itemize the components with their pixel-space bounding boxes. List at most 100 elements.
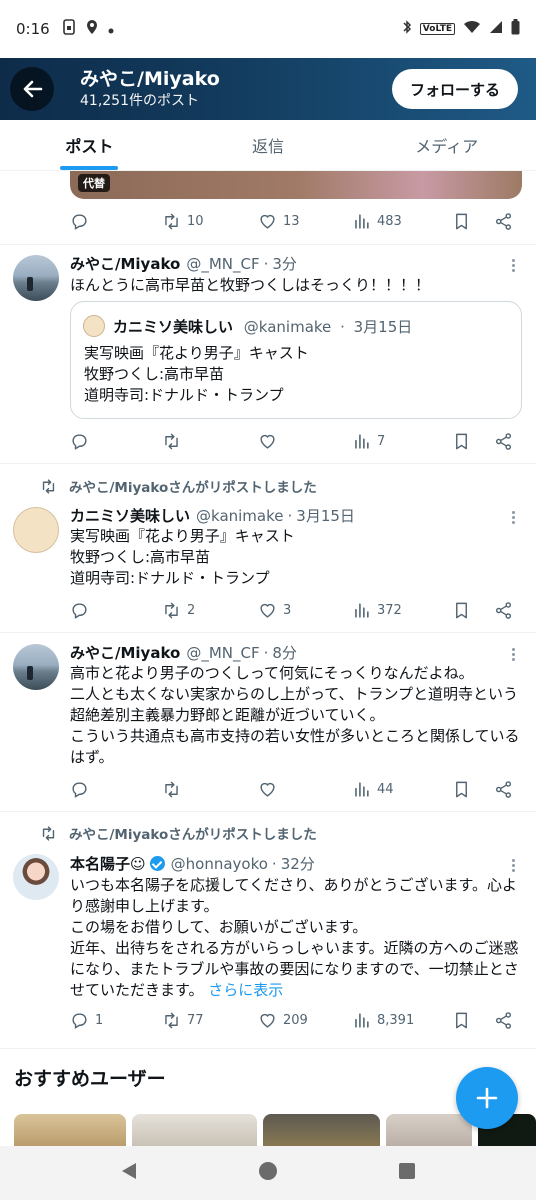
author-handle[interactable]: @_MN_CF bbox=[186, 644, 259, 662]
more-options-button[interactable] bbox=[512, 257, 516, 274]
bookmark-icon bbox=[456, 213, 467, 229]
back-button[interactable] bbox=[10, 67, 54, 111]
share-button[interactable] bbox=[494, 1011, 513, 1030]
like-button[interactable]: 13 bbox=[258, 212, 352, 231]
nav-back-icon[interactable] bbox=[120, 1161, 138, 1185]
repost-button[interactable] bbox=[162, 780, 258, 799]
avatar[interactable] bbox=[13, 854, 59, 900]
tab-replies[interactable]: 返信 bbox=[179, 120, 358, 170]
heart-icon bbox=[260, 1013, 275, 1028]
repost-icon bbox=[42, 825, 55, 841]
reply-button[interactable] bbox=[70, 432, 162, 451]
repost-button[interactable]: 2 bbox=[162, 601, 258, 620]
share-button[interactable] bbox=[494, 212, 513, 231]
repost-button[interactable]: 10 bbox=[162, 212, 258, 231]
user-card-image[interactable] bbox=[14, 1114, 126, 1148]
show-more-link[interactable]: さらに表示 bbox=[208, 981, 283, 999]
post-time[interactable]: 32分 bbox=[281, 853, 315, 874]
compose-post-button[interactable] bbox=[456, 1067, 518, 1129]
bookmark-button[interactable] bbox=[452, 432, 494, 451]
post-text: 高市と花より男子のつくしって何気にそっくりなんだよね。 二人とも太くない実家から… bbox=[70, 664, 520, 766]
bookmark-icon bbox=[456, 1012, 467, 1028]
share-button[interactable] bbox=[494, 780, 513, 799]
author-handle[interactable]: @honnayoko bbox=[171, 855, 268, 873]
recommended-users-carousel[interactable] bbox=[14, 1114, 536, 1148]
views-button[interactable]: 483 bbox=[352, 212, 452, 231]
author-name[interactable]: カニミソ美味しい bbox=[70, 505, 190, 526]
quote-text: 実写映画『花より男子』キャスト 牧野つくし:高市早苗 道明寺司:ドナルド・トラン… bbox=[84, 344, 309, 404]
bookmark-button[interactable] bbox=[452, 212, 494, 231]
repost-icon bbox=[165, 602, 178, 618]
post-header: みやこ/Miyako @_MN_CF · 8分 bbox=[70, 642, 297, 663]
divider bbox=[0, 244, 536, 245]
views-button[interactable]: 8,391 bbox=[352, 1011, 452, 1030]
like-button[interactable]: 3 bbox=[258, 601, 352, 620]
repost-button[interactable]: 77 bbox=[162, 1011, 258, 1030]
author-handle[interactable]: @kanimake bbox=[196, 507, 283, 525]
user-card-image[interactable] bbox=[131, 1114, 257, 1148]
tab-posts[interactable]: ポスト bbox=[0, 120, 179, 170]
share-button[interactable] bbox=[494, 432, 513, 451]
like-button[interactable]: 209 bbox=[258, 1011, 352, 1030]
bookmark-button[interactable] bbox=[452, 780, 494, 799]
views-button[interactable]: 372 bbox=[352, 601, 452, 620]
quoted-post[interactable]: カニミソ美味しい @kanimake · 3月15日 実写映画『花より男子』キャ… bbox=[70, 301, 522, 419]
avatar[interactable] bbox=[13, 644, 59, 690]
alt-text-badge[interactable]: 代替 bbox=[78, 174, 110, 192]
more-options-button[interactable] bbox=[512, 857, 516, 874]
post-text: ほんとうに高市早苗と牧野つくしはそっくり！！！！ bbox=[70, 276, 431, 294]
follow-button[interactable]: フォローする bbox=[391, 69, 518, 109]
quote-author-handle: @kanimake bbox=[243, 318, 332, 336]
reply-button[interactable] bbox=[70, 780, 162, 799]
status-bar: 0:16 VoLTE bbox=[0, 0, 536, 58]
heart-icon bbox=[260, 434, 275, 449]
like-button[interactable] bbox=[258, 432, 352, 451]
tab-media[interactable]: メディア bbox=[357, 120, 536, 170]
repost-button[interactable] bbox=[162, 432, 258, 451]
post-actions: 1 77 209 8,391 bbox=[70, 1008, 520, 1032]
nav-recents-icon[interactable] bbox=[398, 1162, 416, 1184]
view-count: 44 bbox=[377, 781, 394, 797]
repost-icon bbox=[165, 1012, 178, 1028]
like-button[interactable] bbox=[258, 780, 352, 799]
post-header: カニミソ美味しい @kanimake · 3月15日 bbox=[70, 505, 355, 526]
avatar[interactable] bbox=[13, 255, 59, 301]
bluetooth-icon bbox=[402, 19, 412, 39]
avatar[interactable] bbox=[13, 507, 59, 553]
views-chart-icon bbox=[355, 1012, 369, 1028]
nav-home-icon[interactable] bbox=[258, 1161, 278, 1185]
author-name[interactable]: 本名陽子☺ bbox=[70, 853, 146, 874]
more-options-button[interactable] bbox=[512, 509, 516, 526]
divider bbox=[0, 463, 536, 464]
repost-by-text[interactable]: みやこ/Miyakoさんがリポストしました bbox=[69, 823, 317, 843]
views-button[interactable]: 44 bbox=[352, 780, 452, 799]
post-time[interactable]: 8分 bbox=[272, 642, 297, 663]
view-count: 372 bbox=[377, 602, 402, 618]
reply-button[interactable]: 1 bbox=[70, 1011, 162, 1030]
author-name[interactable]: みやこ/Miyako bbox=[70, 642, 180, 663]
share-icon bbox=[495, 601, 512, 619]
author-handle[interactable]: @_MN_CF bbox=[186, 255, 259, 273]
quote-header: カニミソ美味しい @kanimake · 3月15日 bbox=[113, 318, 413, 336]
phone-lock-icon bbox=[62, 19, 76, 39]
post-text: 実写映画『花より男子』キャスト 牧野つくし:高市早苗 道明寺司:ドナルド・トラン… bbox=[70, 527, 295, 587]
views-button[interactable]: 7 bbox=[352, 432, 452, 451]
user-card-image[interactable] bbox=[262, 1114, 380, 1148]
share-button[interactable] bbox=[494, 601, 513, 620]
author-name[interactable]: みやこ/Miyako bbox=[70, 253, 180, 274]
plus-icon bbox=[476, 1087, 498, 1109]
reply-button[interactable] bbox=[70, 212, 162, 231]
bookmark-button[interactable] bbox=[452, 1011, 494, 1030]
post-image[interactable]: 代替 bbox=[70, 171, 522, 199]
share-icon bbox=[495, 780, 512, 798]
post-time[interactable]: 3分 bbox=[272, 253, 297, 274]
post-time[interactable]: 3月15日 bbox=[296, 505, 355, 526]
repost-by-text[interactable]: みやこ/Miyakoさんがリポストしました bbox=[69, 476, 317, 496]
more-options-button[interactable] bbox=[512, 646, 516, 663]
post-actions: 44 bbox=[70, 777, 520, 801]
reply-button[interactable] bbox=[70, 601, 162, 620]
bookmark-icon bbox=[456, 602, 467, 618]
user-card-image[interactable] bbox=[385, 1114, 473, 1148]
reply-icon bbox=[72, 1012, 87, 1029]
bookmark-button[interactable] bbox=[452, 601, 494, 620]
